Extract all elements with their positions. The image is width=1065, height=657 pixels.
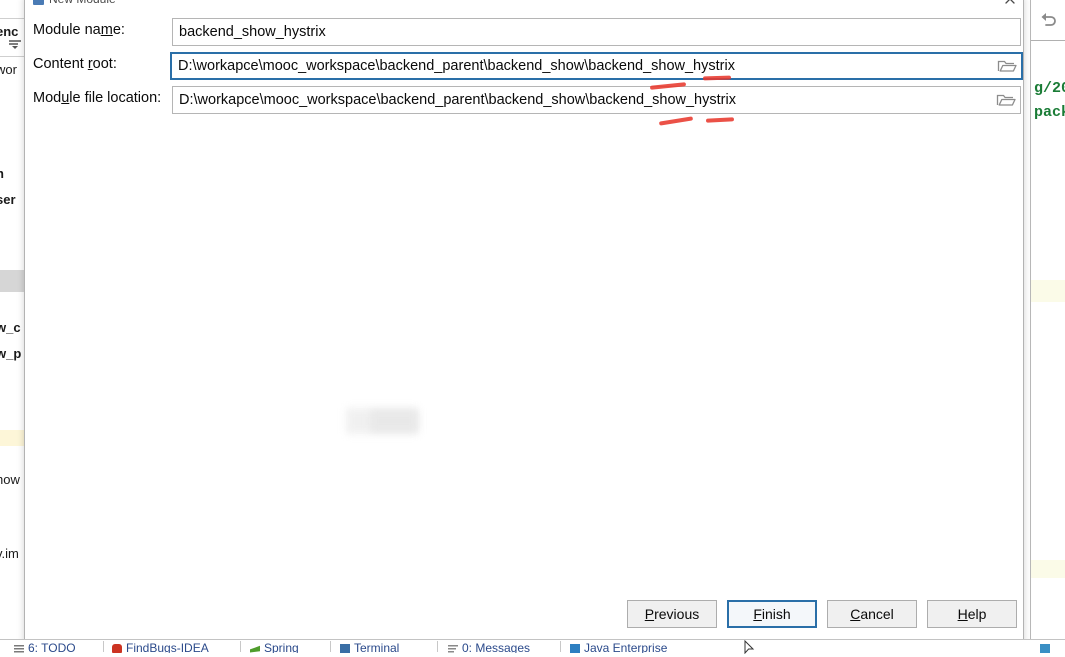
status-label: 0: Messages — [462, 641, 531, 653]
folder-browse-icon[interactable] — [997, 57, 1017, 75]
divider — [437, 641, 438, 652]
form-row-module-file-location: Module file location: D:\workapce\mooc_w… — [25, 86, 1023, 114]
divider — [560, 641, 561, 652]
undo-arrow-icon[interactable] — [1037, 8, 1059, 30]
dialog-titlebar: New Module — [25, 0, 1023, 6]
help-button[interactable]: Help — [927, 600, 1017, 628]
mouse-cursor — [744, 639, 755, 655]
java-icon — [570, 644, 580, 653]
status-item-java-enterprise[interactable]: Java Enterprise — [570, 641, 667, 653]
module-file-location-label: Module file location: — [33, 90, 162, 106]
content-root-value: D:\workapce\mooc_workspace\backend_paren… — [178, 58, 735, 74]
tree-fragment: enc — [0, 24, 19, 39]
panel-divider — [1030, 0, 1031, 640]
status-item-messages[interactable]: 0: Messages — [448, 641, 530, 653]
tree-fragment: n — [0, 166, 4, 181]
blurred-artifact — [370, 410, 418, 432]
tree-highlight-band — [0, 430, 24, 446]
module-name-input[interactable]: backend_show_hystrix — [172, 18, 1021, 46]
divider — [0, 56, 24, 57]
status-item-findbugs[interactable]: FindBugs-IDEA — [112, 641, 209, 653]
tree-fragment: w_c — [0, 320, 21, 335]
editor-highlight-block — [1031, 560, 1065, 578]
editor-highlight-block — [1031, 280, 1065, 302]
status-label: FindBugs-IDEA — [126, 641, 209, 653]
divider — [240, 641, 241, 652]
status-item-right[interactable] — [1040, 641, 1054, 653]
divider — [330, 641, 331, 652]
cancel-button[interactable]: Cancel — [827, 600, 917, 628]
dialog-title-group: New Module — [33, 0, 116, 6]
previous-button[interactable]: Previous — [627, 600, 717, 628]
status-item-terminal[interactable]: Terminal — [340, 641, 399, 653]
chevron-up-icon[interactable] — [1003, 0, 1017, 8]
bug-icon — [112, 644, 122, 653]
collapse-all-icon[interactable] — [8, 38, 22, 50]
content-root-label: Content root: — [33, 56, 117, 72]
module-file-location-input[interactable]: D:\workapce\mooc_workspace\backend_paren… — [172, 86, 1021, 114]
terminal-icon — [340, 644, 350, 653]
module-icon — [33, 0, 44, 5]
xml-namespace-fragment: g/20 — [1034, 80, 1065, 97]
form-row-module-name: Module name: backend_show_hystrix — [25, 18, 1023, 46]
status-label: Terminal — [354, 641, 400, 653]
ide-right-panel-sliver: g/20 pack — [1020, 0, 1065, 640]
ide-status-bar: 6: TODO FindBugs-IDEA Spring Terminal 0:… — [0, 639, 1065, 653]
status-label: Spring — [264, 641, 299, 653]
finish-button[interactable]: Finish — [727, 600, 817, 628]
folder-browse-icon[interactable] — [996, 91, 1016, 109]
status-item-todo[interactable]: 6: TODO — [14, 641, 76, 653]
status-item-spring[interactable]: Spring — [250, 641, 299, 653]
tree-fragment: wor — [0, 62, 17, 77]
tree-fragment: ser — [0, 192, 16, 207]
messages-icon — [448, 644, 458, 653]
spring-icon — [250, 645, 260, 653]
event-log-icon — [1040, 644, 1050, 653]
tree-fragment: v.im — [0, 546, 19, 561]
new-module-dialog: New Module Module name: backend_show_hys… — [24, 0, 1024, 643]
status-label: 6: TODO — [28, 641, 76, 653]
ide-left-panel-sliver: enc wor n ser w_c w_p how v.im — [0, 0, 25, 640]
status-label: Java Enterprise — [584, 641, 668, 653]
xml-namespace-fragment: pack — [1034, 104, 1065, 121]
divider — [0, 18, 24, 19]
content-root-input[interactable]: D:\workapce\mooc_workspace\backend_paren… — [170, 52, 1023, 80]
module-name-value: backend_show_hystrix — [179, 24, 326, 40]
module-file-location-value: D:\workapce\mooc_workspace\backend_paren… — [179, 92, 736, 108]
tree-selection-band — [0, 270, 24, 292]
form-row-content-root: Content root: D:\workapce\mooc_workspace… — [25, 52, 1023, 80]
todo-icon — [14, 644, 24, 653]
module-name-label: Module name: — [33, 22, 125, 38]
dialog-title: New Module — [49, 0, 116, 6]
divider — [1031, 40, 1065, 41]
tree-fragment: how — [0, 472, 20, 487]
tree-fragment: w_p — [0, 346, 22, 361]
dialog-button-row: Previous Finish Cancel Help — [627, 600, 1017, 628]
divider — [103, 641, 104, 652]
